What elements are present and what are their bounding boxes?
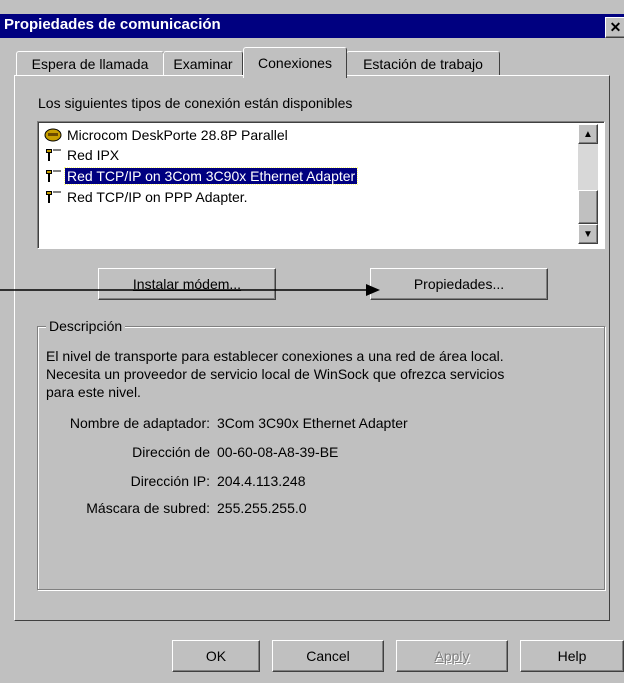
tab-label: Conexiones — [258, 55, 332, 71]
apply-label: Apply — [434, 648, 470, 664]
tab-examinar[interactable]: Examinar — [163, 51, 243, 76]
cancel-button[interactable]: Cancel — [272, 640, 384, 672]
network-cable-icon — [44, 168, 62, 184]
connection-list[interactable]: Microcom DeskPorte 28.8P Parallel Red IP… — [37, 121, 605, 249]
list-item[interactable]: Red TCP/IP on PPP Adapter. — [44, 187, 250, 206]
callout-arrow — [0, 284, 380, 296]
description-text-line: para este nivel. — [46, 384, 141, 400]
tab-label: Estación de trabajo — [363, 56, 483, 72]
modem-icon — [44, 127, 62, 143]
tab-conexiones[interactable]: Conexiones — [243, 47, 347, 78]
ip-address-label: Dirección IP: — [130, 473, 210, 489]
scroll-up-button[interactable]: ▲ — [578, 124, 598, 144]
cancel-label: Cancel — [306, 648, 350, 664]
list-item[interactable]: Red IPX — [44, 145, 121, 164]
adapter-name-label: Nombre de adaptador: — [69, 415, 210, 431]
adapter-name-value: 3Com 3C90x Ethernet Adapter — [217, 415, 408, 431]
network-cable-icon — [44, 189, 62, 205]
close-button[interactable]: ✕ — [605, 17, 624, 38]
list-scrollbar[interactable]: ▲ ▼ — [578, 124, 598, 244]
arrow-down-icon: ▼ — [583, 228, 593, 240]
apply-button[interactable]: Apply — [396, 640, 508, 672]
description-group-label: Descripción — [46, 318, 126, 334]
scroll-thumb[interactable] — [578, 190, 598, 224]
list-item[interactable]: Red TCP/IP on 3Com 3C90x Ethernet Adapte… — [44, 166, 359, 185]
subnet-mask-value: 255.255.255.0 — [217, 500, 307, 516]
scroll-down-button[interactable]: ▼ — [578, 224, 598, 244]
tab-estacion-de-trabajo[interactable]: Estación de trabajo — [346, 51, 500, 76]
description-text-line: Necesita un proveedor de servicio local … — [46, 366, 505, 382]
ok-button[interactable]: OK — [172, 640, 260, 672]
mac-address-label: Dirección de — [132, 444, 210, 460]
list-item[interactable]: Microcom DeskPorte 28.8P Parallel — [44, 125, 290, 144]
mac-address-value: 00-60-08-A8-39-BE — [217, 444, 339, 460]
close-icon: ✕ — [609, 19, 622, 35]
window-title: Propiedades de comunicación — [4, 16, 221, 33]
arrow-up-icon: ▲ — [583, 128, 593, 140]
ip-address-value: 204.4.113.248 — [217, 473, 306, 489]
properties-label: Propiedades... — [413, 276, 505, 292]
ok-label: OK — [205, 648, 227, 664]
description-text-line: El nivel de transporte para establecer c… — [46, 348, 504, 364]
subnet-mask-label: Máscara de subred: — [86, 500, 210, 516]
tab-label: Espera de llamada — [31, 56, 149, 72]
tab-label: Examinar — [173, 56, 233, 72]
help-label: Help — [557, 648, 587, 664]
network-cable-icon — [44, 147, 62, 163]
properties-button[interactable]: Propiedades... — [370, 268, 548, 300]
help-button[interactable]: Help — [520, 640, 624, 672]
tab-espera-de-llamada[interactable]: Espera de llamada — [16, 51, 164, 76]
connections-heading: Los siguientes tipos de conexión están d… — [38, 95, 353, 111]
